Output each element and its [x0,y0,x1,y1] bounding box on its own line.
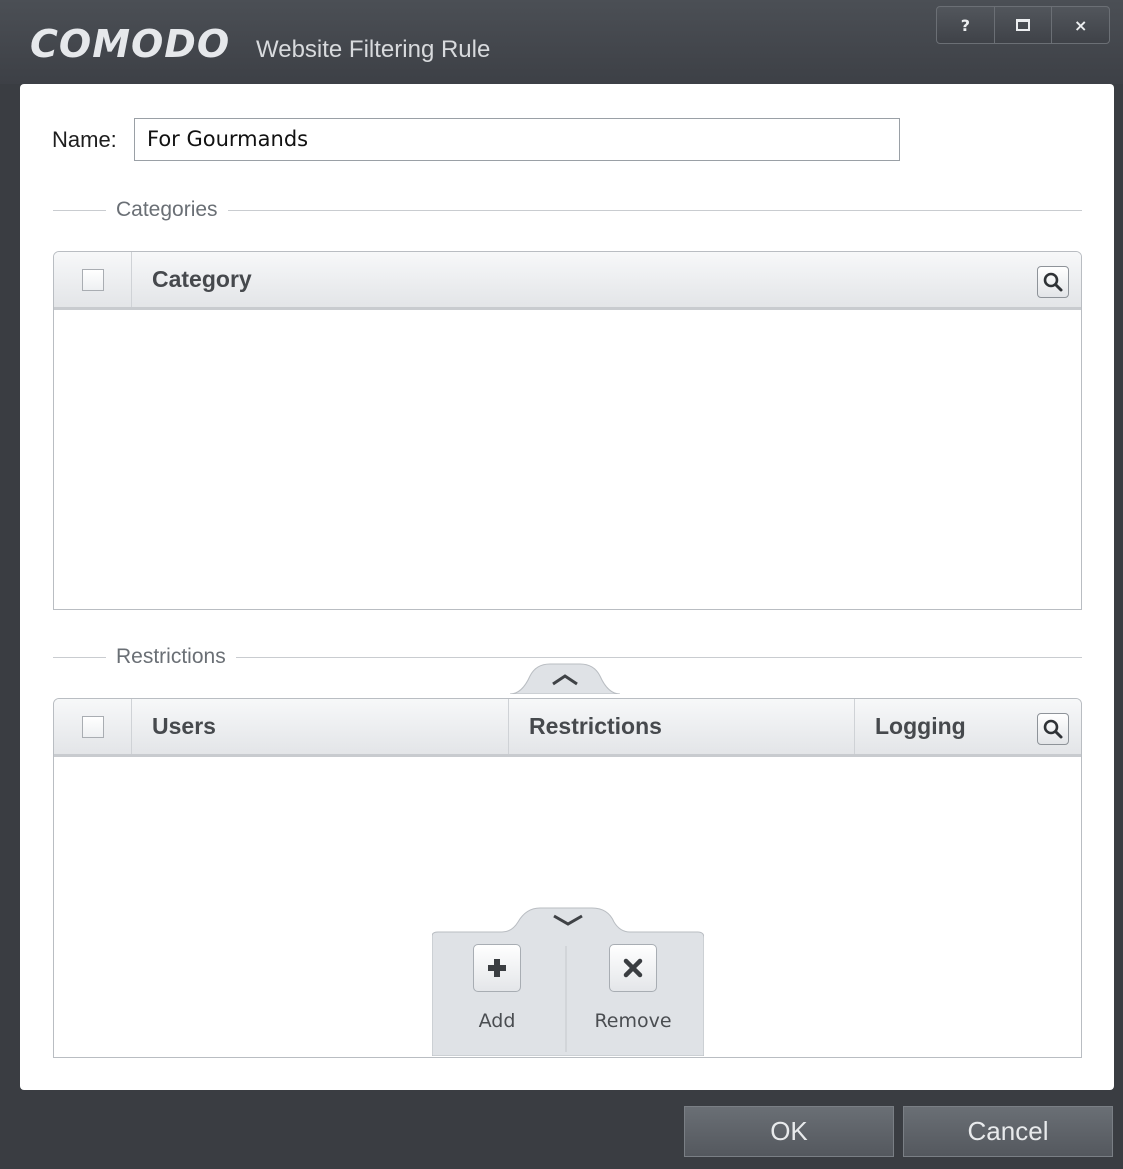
close-button[interactable]: × [1052,7,1109,43]
title-bar: COMODO Website Filtering Rule ? × [0,0,1123,84]
column-header-restrictions[interactable]: Restrictions [509,699,855,754]
remove-x-icon [609,944,657,992]
help-icon: ? [960,15,970,35]
categories-select-all-checkbox[interactable] [81,268,104,291]
window-controls: ? × [936,6,1110,44]
collapse-toolbar-tab[interactable] [510,662,620,694]
categories-section-label: Categories [106,198,228,222]
dialog-content: Name: For Gourmands Categories Category … [20,84,1114,1090]
ok-button[interactable]: OK [684,1106,894,1157]
add-button-label: Add [478,1010,516,1032]
restrictions-table-header: Users Restrictions Logging [54,699,1081,757]
remove-button-label: Remove [594,1010,672,1032]
remove-button[interactable]: Remove [568,936,698,1056]
maximize-icon [1016,19,1030,31]
column-header-logging[interactable]: Logging [855,699,1005,754]
categories-table-header: Category [54,252,1081,310]
add-button[interactable]: Add [432,936,562,1056]
restrictions-select-all-checkbox[interactable] [81,715,104,738]
categories-select-all-cell [54,252,132,307]
search-icon [1043,272,1063,292]
restrictions-section-label: Restrictions [106,645,236,669]
name-input[interactable]: For Gourmands [134,118,900,161]
search-icon [1043,719,1063,739]
categories-table: Category [53,251,1082,610]
restrictions-search-button[interactable] [1037,713,1069,745]
maximize-button[interactable] [995,7,1053,43]
column-header-category[interactable]: Category [132,252,1012,307]
comodo-logo: COMODO [30,22,231,66]
restrictions-select-all-cell [54,699,132,754]
column-header-users[interactable]: Users [132,699,509,754]
name-label: Name: [52,127,117,152]
categories-search-button[interactable] [1037,266,1069,298]
restrictions-toolbar: Add Remove [432,902,704,1056]
window-title: Website Filtering Rule [256,36,491,63]
cancel-button[interactable]: Cancel [903,1106,1113,1157]
close-icon: × [1073,15,1088,35]
plus-icon [473,944,521,992]
categories-table-body [54,310,1081,608]
help-button[interactable]: ? [937,7,995,43]
